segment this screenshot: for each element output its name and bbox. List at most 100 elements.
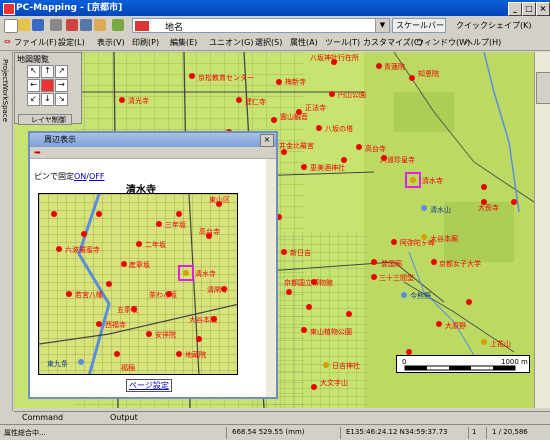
save-icon[interactable] (32, 19, 44, 31)
layer-combo[interactable]: 地名 ▼ (132, 18, 390, 33)
place-marker[interactable] (466, 299, 472, 305)
place-marker[interactable] (421, 234, 427, 240)
place-marker[interactable] (401, 292, 407, 298)
place-marker[interactable] (119, 97, 125, 103)
place-marker[interactable] (301, 327, 307, 333)
chevron-down-icon[interactable]: ▼ (375, 19, 389, 32)
place-marker[interactable] (376, 63, 382, 69)
place-marker[interactable] (236, 97, 242, 103)
subwindow-scrollbar[interactable] (266, 159, 276, 397)
place-marker[interactable] (371, 259, 377, 265)
quick-shape-menu[interactable]: クイックシェイプ(K) (456, 18, 532, 33)
menu-edit[interactable]: 編集(E) (170, 37, 197, 48)
place-marker[interactable] (329, 91, 335, 97)
menu-settings[interactable]: 設定(L) (58, 37, 85, 48)
paste-icon[interactable] (94, 19, 106, 31)
place-marker[interactable] (114, 351, 120, 357)
minimize-button[interactable]: _ (508, 2, 522, 16)
place-marker[interactable] (409, 75, 415, 81)
place-marker[interactable] (286, 289, 292, 295)
maximize-button[interactable]: □ (522, 2, 536, 16)
tab-command[interactable]: Command (22, 413, 63, 422)
menu-union[interactable]: ユニオン(G) (209, 37, 253, 48)
place-marker[interactable] (156, 221, 162, 227)
menu-file[interactable]: ファイル(F) (14, 37, 57, 48)
place-marker[interactable] (78, 359, 84, 365)
place-marker[interactable] (421, 205, 427, 211)
pan-southeast-icon[interactable]: ↘ (55, 93, 68, 106)
place-marker[interactable] (306, 304, 312, 310)
menu-view[interactable]: 表示(V) (97, 37, 125, 48)
place-marker[interactable] (106, 281, 112, 287)
place-marker[interactable] (51, 211, 57, 217)
place-marker[interactable] (381, 155, 387, 161)
menu-window[interactable]: ウィンドウ(W) (416, 37, 470, 48)
place-marker[interactable] (481, 339, 487, 345)
place-marker[interactable] (391, 239, 397, 245)
place-marker[interactable] (311, 384, 317, 390)
place-marker[interactable] (276, 79, 282, 85)
place-marker[interactable] (281, 149, 287, 155)
place-marker[interactable] (56, 246, 62, 252)
layer-icon[interactable] (112, 19, 124, 31)
place-marker[interactable] (371, 274, 377, 280)
place-marker[interactable] (96, 211, 102, 217)
menu-help[interactable]: ヘルプ(H) (465, 37, 501, 48)
place-marker[interactable] (196, 336, 202, 342)
place-marker[interactable] (356, 144, 362, 150)
place-marker[interactable] (346, 311, 352, 317)
copy-icon[interactable] (80, 19, 92, 31)
place-marker[interactable] (189, 73, 195, 79)
place-marker[interactable] (81, 231, 87, 237)
place-marker[interactable] (136, 241, 142, 247)
scale-bar-button[interactable]: スケールバー (392, 18, 446, 33)
pan-northwest-icon[interactable]: ↖ (27, 65, 40, 78)
menu-attribute[interactable]: 属性(A) (290, 37, 318, 48)
scroll-thumb[interactable] (536, 72, 550, 104)
surrounding-map[interactable]: 清水寺 東山区 三年坂 二年坂 高台寺 産寧坂 清閑寺 茶わん坂 五条坂 若宮八… (38, 193, 238, 375)
pin-icon[interactable]: ➡ (34, 148, 41, 157)
pan-west-icon[interactable]: ← (27, 79, 40, 92)
menu-select[interactable]: 選択(S) (255, 37, 282, 48)
project-workspace-tab[interactable]: ProjectWorkSpace (0, 51, 13, 411)
place-marker[interactable] (281, 249, 287, 255)
place-marker[interactable] (66, 291, 72, 297)
menu-customize[interactable]: カスタマイズ(C) (363, 37, 423, 48)
place-marker[interactable] (436, 321, 442, 327)
place-marker[interactable] (176, 351, 182, 357)
selected-place-marker[interactable] (410, 177, 416, 183)
pin-off-link[interactable]: OFF (89, 172, 105, 181)
subwindow-close-button[interactable]: × (260, 134, 274, 147)
cut-icon[interactable] (66, 19, 78, 31)
place-marker[interactable] (183, 270, 189, 276)
tab-output[interactable]: Output (110, 413, 138, 422)
menu-tools[interactable]: ツール(T) (325, 37, 360, 48)
menu-print[interactable]: 印刷(P) (132, 37, 159, 48)
print-icon[interactable] (50, 19, 62, 31)
pan-south-icon[interactable]: ↓ (41, 93, 54, 106)
map-vertical-scrollbar[interactable] (534, 52, 550, 408)
place-marker[interactable] (431, 259, 437, 265)
place-marker[interactable] (146, 331, 152, 337)
place-marker[interactable] (121, 261, 127, 267)
pan-north-icon[interactable]: ↑ (41, 65, 54, 78)
open-icon[interactable] (18, 19, 30, 31)
nav-arrow-icon[interactable]: ⇔ (4, 37, 11, 46)
place-marker[interactable] (481, 184, 487, 190)
place-marker[interactable] (511, 199, 517, 205)
place-marker[interactable] (316, 125, 322, 131)
layer-control-button[interactable]: レイヤ制御 (18, 114, 72, 125)
pan-east-icon[interactable]: → (55, 79, 68, 92)
page-setup-link[interactable]: ページ設定 (126, 379, 172, 392)
pan-northeast-icon[interactable]: ↗ (55, 65, 68, 78)
close-button[interactable]: × (536, 2, 550, 16)
pin-on-link[interactable]: ON (74, 172, 86, 181)
place-marker[interactable] (176, 211, 182, 217)
new-icon[interactable] (4, 19, 18, 33)
pan-southwest-icon[interactable]: ↙ (27, 93, 40, 106)
center-icon[interactable] (41, 79, 54, 92)
place-marker[interactable] (301, 164, 307, 170)
place-marker[interactable] (341, 157, 347, 163)
place-marker[interactable] (96, 321, 102, 327)
place-marker[interactable] (271, 117, 277, 123)
